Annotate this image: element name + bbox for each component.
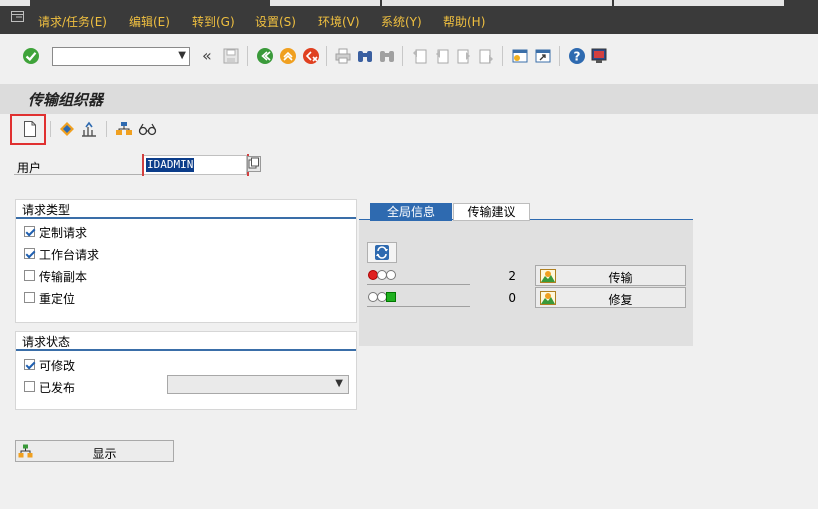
cancel-icon[interactable] [302, 47, 320, 65]
back-icon[interactable] [256, 47, 274, 65]
checkbox-label: 可修改 [39, 359, 76, 373]
traffic-light-red-icon [368, 270, 398, 282]
group-divider [16, 349, 356, 351]
display-button-label: 显示 [92, 447, 117, 461]
help-icon[interactable]: ? [568, 47, 586, 65]
title-bar: 传输组织器 [0, 84, 818, 114]
repair-button[interactable]: 修复 [535, 287, 686, 308]
user-label-underline [14, 174, 142, 175]
find-next-icon[interactable] [378, 47, 396, 65]
transport-button[interactable]: 传输 [535, 265, 686, 286]
display-glasses-icon[interactable] [138, 122, 158, 137]
application-toolbar [0, 114, 818, 145]
group-divider [16, 217, 356, 219]
request-status-title: 请求状态 [22, 335, 71, 349]
collapse-arrows-icon[interactable]: « [202, 46, 212, 65]
request-status-group: 请求状态 可修改 已发布 [15, 331, 357, 410]
checkbox-label: 重定位 [39, 292, 76, 306]
save-icon[interactable] [222, 47, 240, 65]
error-count: 2 [508, 269, 516, 283]
menu-system[interactable]: 系统(Y) [381, 13, 422, 30]
window-tab-strip [382, 0, 612, 6]
user-input-value: IDADMIN [146, 158, 195, 172]
checkbox-label: 定制请求 [39, 226, 88, 240]
exit-icon[interactable] [279, 47, 297, 65]
menu-settings[interactable]: 设置(S) [255, 13, 296, 30]
last-page-icon[interactable] [477, 47, 495, 65]
command-field[interactable]: ▼ [52, 47, 190, 66]
tab-global-info[interactable]: 全局信息 [370, 203, 452, 221]
traffic-light-green-icon [368, 292, 398, 304]
window-tab-strip [270, 0, 380, 6]
display-button[interactable]: 显示 [15, 440, 174, 462]
menu-bar: 请求/任务(E) 编辑(E) 转到(G) 设置(S) 环境(V) 系统(Y) 帮… [0, 0, 818, 34]
checkbox-customizing-request[interactable] [24, 226, 35, 237]
transport-button-label: 传输 [608, 271, 633, 285]
checkbox-transport-of-copies[interactable] [24, 270, 35, 281]
transport-object-icon[interactable] [58, 121, 76, 138]
checkbox-workbench-request[interactable] [24, 248, 35, 259]
new-session-icon[interactable] [511, 47, 529, 65]
menu-help[interactable]: 帮助(H) [443, 13, 485, 30]
first-page-icon[interactable] [411, 47, 429, 65]
chevron-down-icon[interactable]: ▼ [178, 50, 186, 61]
request-type-group: 请求类型 定制请求 工作台请求 传输副本 重定位 [15, 199, 357, 323]
shortcut-icon[interactable] [534, 47, 552, 65]
menu-goto[interactable]: 转到(G) [192, 13, 235, 30]
row-divider [367, 284, 470, 285]
svg-text:?: ? [574, 50, 581, 64]
checkbox-label: 传输副本 [39, 270, 88, 284]
enter-check-icon[interactable] [22, 47, 40, 65]
repair-count: 0 [508, 291, 516, 305]
request-type-title: 请求类型 [22, 203, 71, 217]
checkbox-released[interactable] [24, 381, 35, 392]
window-tab-strip [0, 0, 30, 6]
menu-environment[interactable]: 环境(V) [318, 13, 360, 30]
checkbox-modifiable[interactable] [24, 359, 35, 370]
row-divider [367, 306, 470, 307]
menu-edit[interactable]: 编辑(E) [129, 13, 170, 30]
copy-icon [248, 157, 259, 169]
print-icon[interactable] [334, 47, 352, 65]
checkbox-label: 工作台请求 [39, 248, 100, 262]
import-overview-icon[interactable] [80, 121, 98, 138]
refresh-button[interactable] [367, 242, 397, 263]
create-document-icon[interactable] [23, 121, 37, 137]
user-input[interactable]: IDADMIN [142, 154, 249, 176]
settings-hierarchy-icon[interactable] [115, 121, 133, 138]
customize-layout-icon[interactable] [590, 47, 608, 65]
next-page-icon[interactable] [455, 47, 473, 65]
chevron-down-icon[interactable]: ▼ [335, 378, 343, 389]
previous-page-icon[interactable] [433, 47, 451, 65]
checkbox-label: 已发布 [39, 381, 76, 395]
find-icon[interactable] [356, 47, 374, 65]
multiple-selection-button[interactable] [247, 156, 261, 172]
released-date-select[interactable]: ▼ [167, 375, 349, 394]
standard-toolbar: ▼ « ? [0, 34, 818, 78]
menu-request-task[interactable]: 请求/任务(E) [38, 13, 107, 30]
checkbox-relocation[interactable] [24, 292, 35, 303]
system-menu-icon[interactable] [11, 11, 24, 22]
tab-transport-proposals[interactable]: 传输建议 [453, 203, 530, 221]
repair-button-label: 修复 [608, 293, 633, 307]
page-title: 传输组织器 [28, 91, 104, 109]
window-tab-strip [614, 0, 784, 6]
refresh-icon [375, 245, 389, 260]
